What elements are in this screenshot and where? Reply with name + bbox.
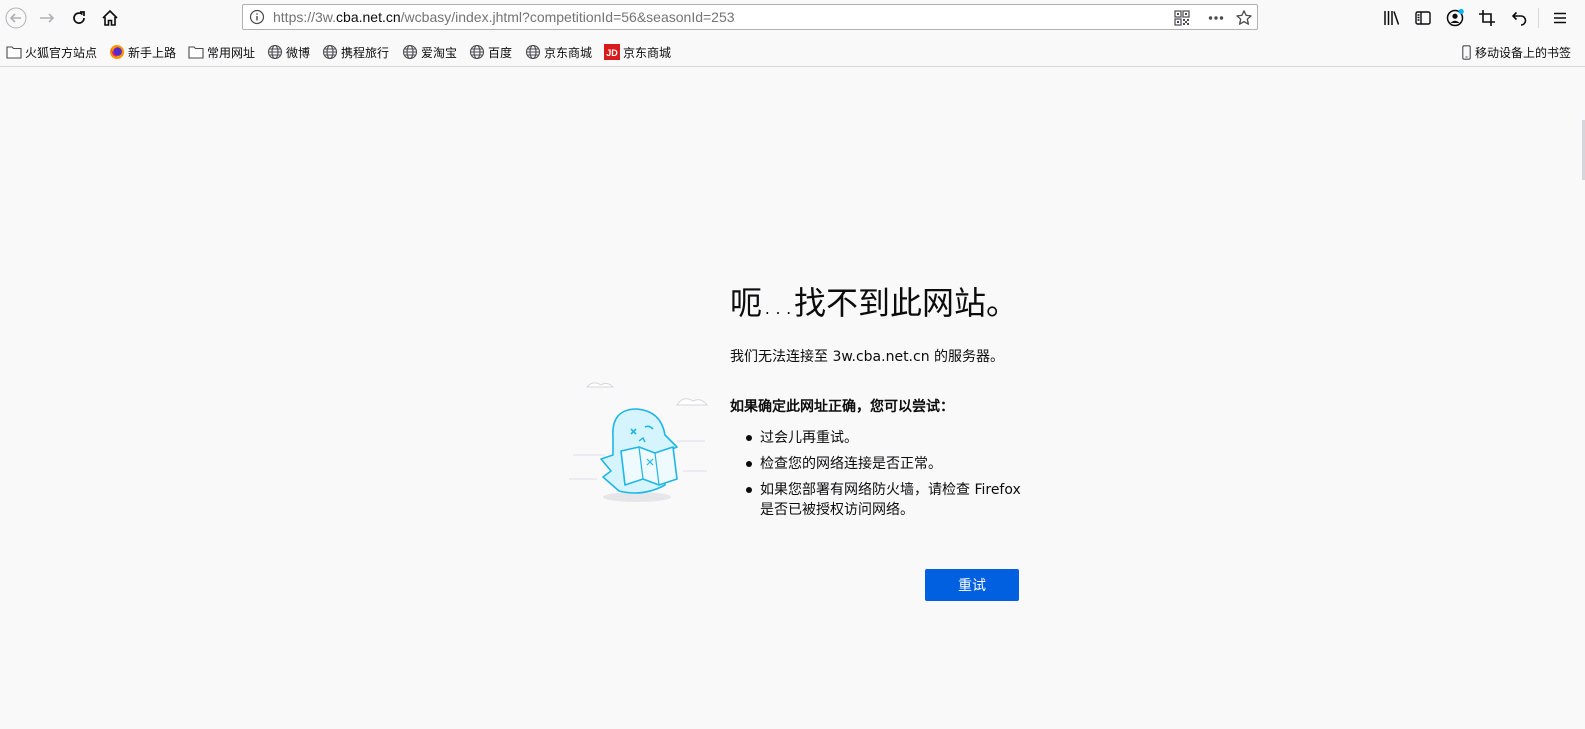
suggestion-item: 检查您的网络连接是否正常。	[730, 454, 1030, 474]
mobile-device-icon	[1462, 44, 1472, 60]
suggestions-list: 过会儿再重试。 检查您的网络连接是否正常。 如果您部署有网络防火墙，请检查 Fi…	[730, 428, 1030, 526]
mobile-bookmarks-label: 移动设备上的书签	[1474, 45, 1571, 60]
bookmark-item[interactable]: JD 京东商城	[604, 43, 671, 61]
reload-button[interactable]	[66, 5, 92, 31]
globe-icon	[322, 44, 338, 60]
navigation-toolbar: https://3w.cba.net.cn/wcbasy/index.jhtml…	[0, 0, 1585, 36]
undo-arrow-icon	[1511, 11, 1527, 26]
url-host: cba.net.cn	[336, 9, 401, 25]
home-button[interactable]	[97, 5, 123, 31]
bookmark-label: 爱淘宝	[421, 45, 458, 60]
undo-close-button[interactable]	[1508, 7, 1530, 29]
reload-icon	[73, 11, 85, 24]
globe-icon	[525, 44, 541, 60]
url-text[interactable]: https://3w.cba.net.cn/wcbasy/index.jhtml…	[273, 9, 735, 25]
bookmark-star-icon[interactable]	[1235, 9, 1253, 27]
jd-badge-text: JD	[606, 48, 618, 58]
bookmarks-toolbar: 火狐官方站点 新手上路 常用网址 微博 携程旅行 爱淘宝 百度 京东商城 JD …	[0, 37, 1585, 67]
bookmark-item[interactable]: 携程旅行	[322, 43, 389, 61]
toolbar-separator	[1538, 8, 1539, 28]
account-icon	[1446, 8, 1464, 27]
sidebar-button[interactable]	[1412, 7, 1434, 29]
url-prefix: https://3w.	[273, 9, 337, 25]
account-button[interactable]	[1444, 7, 1466, 29]
error-illustration	[565, 375, 715, 510]
bookmark-label: 京东商城	[623, 45, 672, 60]
bookmark-item[interactable]: 爱淘宝	[402, 43, 457, 61]
suggestion-item: 如果您部署有网络防火墙，请检查 Firefox 是否已被授权访问网络。	[730, 480, 1030, 520]
forward-arrow-icon	[40, 13, 55, 23]
sidebar-icon	[1415, 11, 1431, 25]
folder-icon	[6, 44, 22, 60]
firefox-icon	[109, 44, 125, 60]
bookmark-label: 百度	[488, 45, 513, 60]
menu-button[interactable]	[1549, 7, 1571, 29]
folder-icon	[188, 44, 204, 60]
globe-icon	[402, 44, 418, 60]
jd-icon: JD	[604, 44, 620, 60]
bookmark-item[interactable]: 新手上路	[109, 43, 176, 61]
retry-button[interactable]: 重试	[925, 569, 1019, 601]
suggestions-heading: 如果确定此网址正确，您可以尝试：	[730, 399, 954, 415]
library-icon	[1384, 11, 1400, 25]
qr-code-icon[interactable]	[1173, 9, 1191, 27]
site-info-icon[interactable]	[249, 9, 265, 29]
crop-icon	[1479, 10, 1495, 26]
notification-dot	[1458, 8, 1464, 15]
bookmark-label: 新手上路	[128, 45, 177, 60]
bookmark-item[interactable]: 常用网址	[188, 43, 255, 61]
mobile-bookmarks[interactable]: 移动设备上的书签	[1462, 43, 1571, 61]
url-bar[interactable]: https://3w.cba.net.cn/wcbasy/index.jhtml…	[242, 4, 1258, 30]
back-arrow-icon	[5, 7, 27, 29]
back-button[interactable]	[3, 5, 29, 31]
bookmark-label: 携程旅行	[341, 45, 390, 60]
bookmark-item[interactable]: 火狐官方站点	[6, 43, 97, 61]
bookmark-item[interactable]: 京东商城	[525, 43, 592, 61]
globe-icon	[469, 44, 485, 60]
bookmark-label: 京东商城	[544, 45, 593, 60]
page-actions-more-icon[interactable]	[1207, 9, 1225, 27]
library-button[interactable]	[1381, 7, 1403, 29]
bookmark-item[interactable]: 微博	[267, 43, 310, 61]
error-title: 呃…找不到此网站。	[730, 284, 1019, 322]
url-path: /wcbasy/index.jhtml?competitionId=56&sea…	[400, 9, 735, 25]
bookmark-label: 火狐官方站点	[25, 45, 98, 60]
screenshot-button[interactable]	[1476, 7, 1498, 29]
suggestion-item: 过会儿再重试。	[730, 428, 1030, 448]
forward-button[interactable]	[34, 5, 60, 31]
globe-icon	[267, 44, 283, 60]
bookmark-label: 常用网址	[207, 45, 256, 60]
hamburger-menu-icon	[1554, 12, 1566, 24]
bookmark-label: 微博	[286, 45, 311, 60]
home-icon	[102, 9, 118, 26]
bookmark-item[interactable]: 百度	[469, 43, 512, 61]
error-description: 我们无法连接至 3w.cba.net.cn 的服务器。	[730, 349, 1005, 365]
